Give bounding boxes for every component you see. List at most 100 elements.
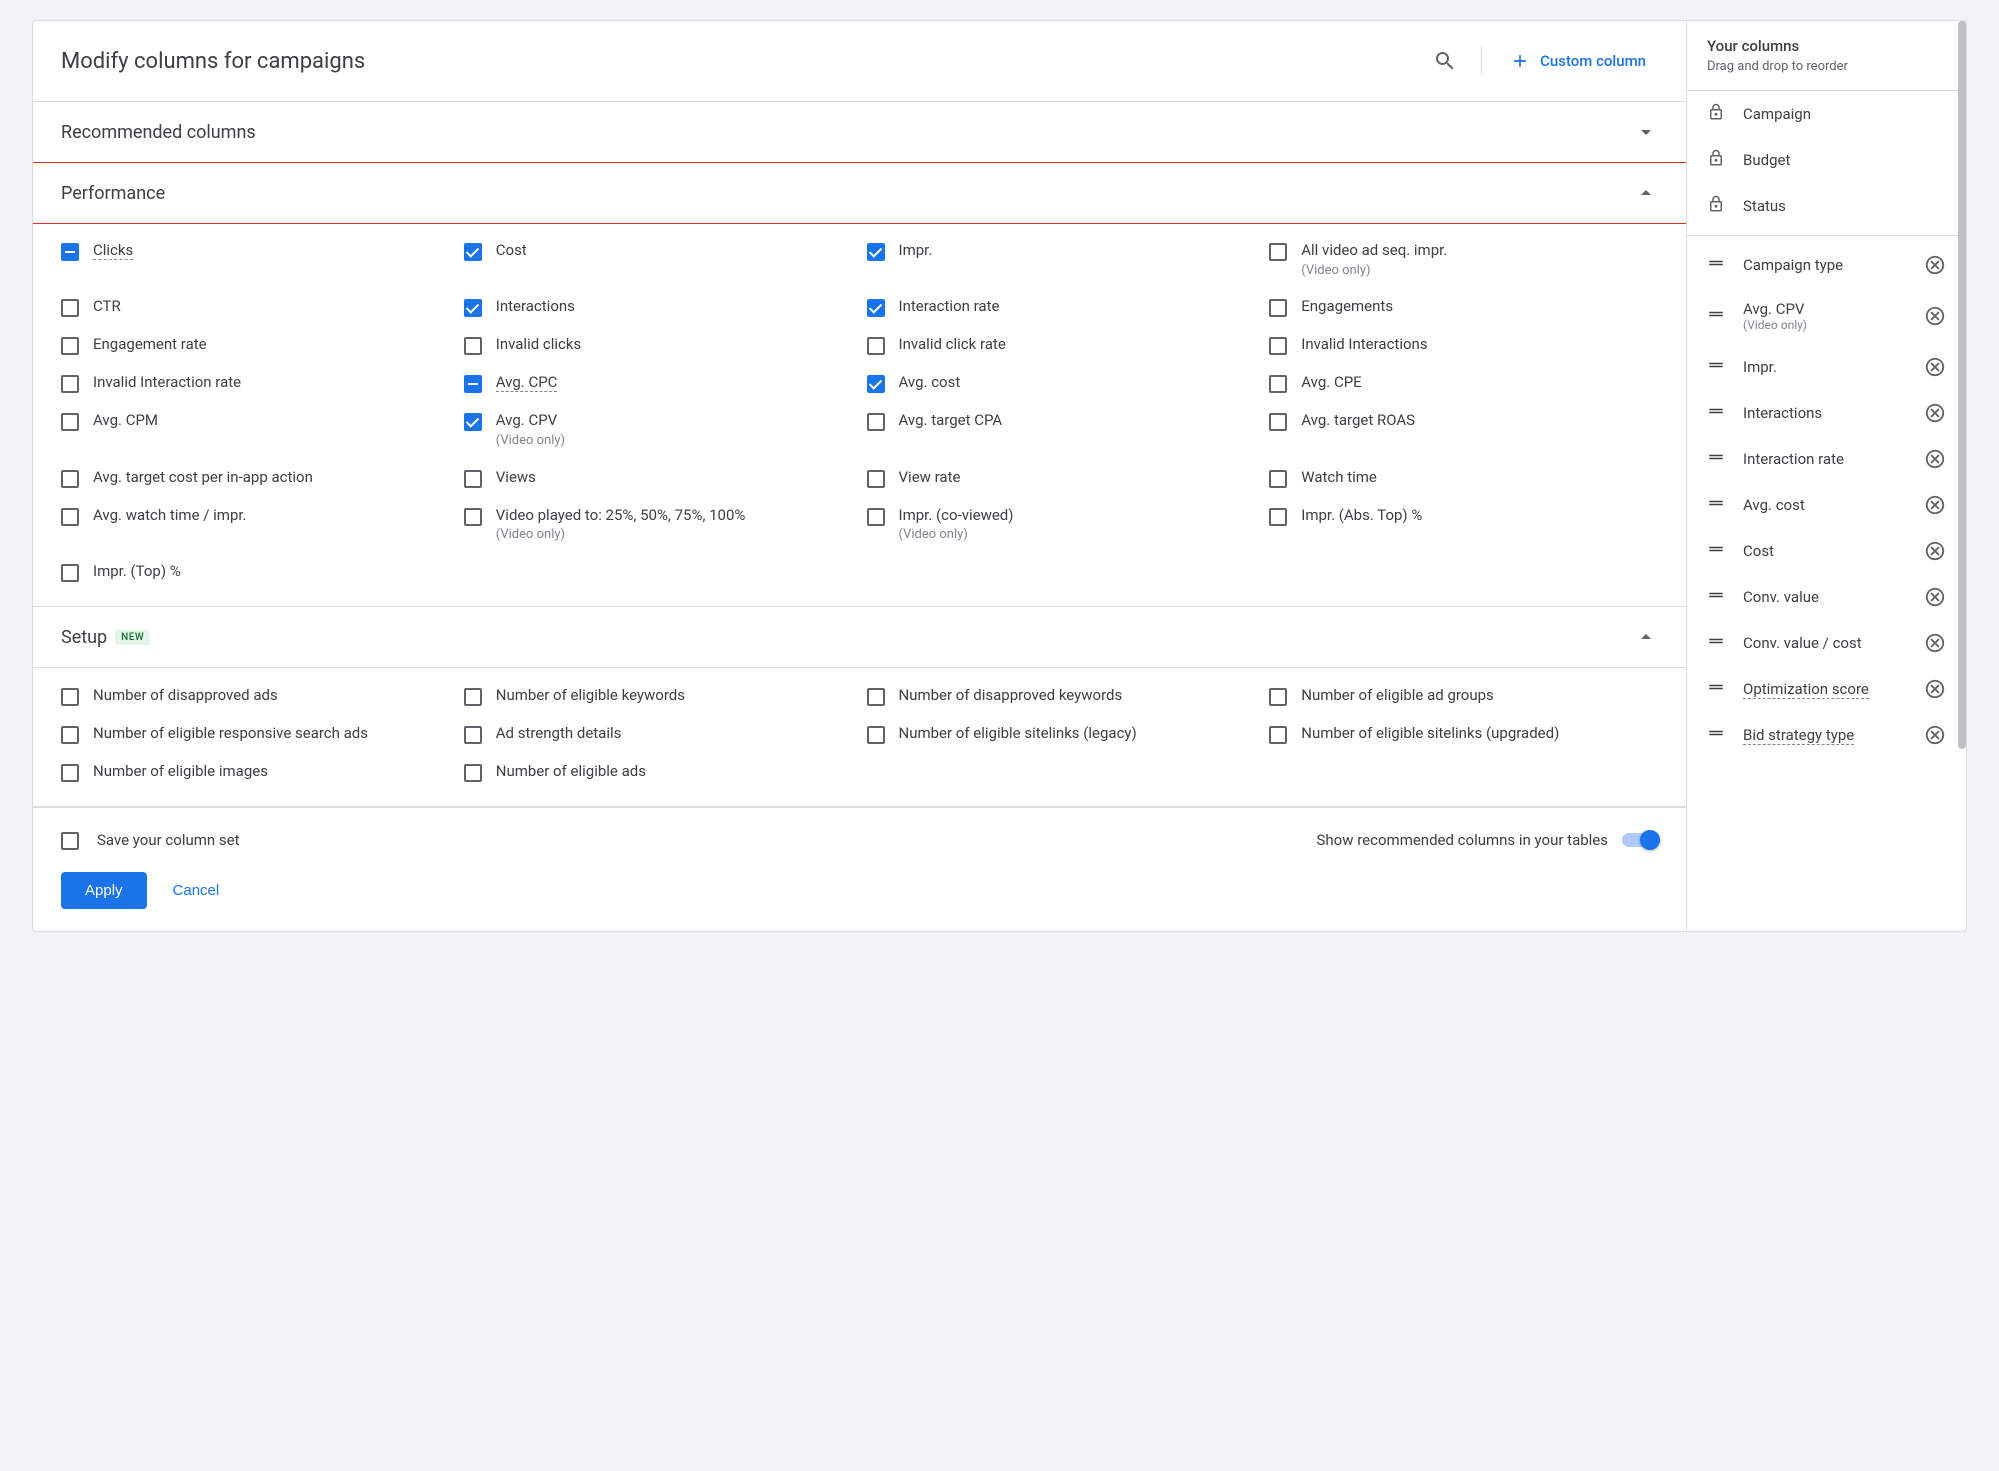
draggable-column[interactable]: Optimization score [1687,666,1966,712]
performance-option[interactable]: View rate [867,468,1256,488]
checkbox[interactable] [464,299,482,317]
remove-icon[interactable] [1924,254,1946,276]
section-performance[interactable]: Performance [33,162,1686,224]
checkbox[interactable] [61,299,79,317]
checkbox[interactable] [867,243,885,261]
checkbox[interactable] [1269,243,1287,261]
checkbox[interactable] [867,688,885,706]
checkbox[interactable] [464,413,482,431]
checkbox[interactable] [1269,688,1287,706]
checkbox[interactable] [867,337,885,355]
checkbox[interactable] [867,726,885,744]
checkbox[interactable] [1269,508,1287,526]
drag-handle-icon[interactable] [1707,402,1725,424]
draggable-column[interactable]: Interaction rate [1687,436,1966,482]
drag-handle-icon[interactable] [1707,586,1725,608]
checkbox[interactable] [1269,470,1287,488]
performance-option[interactable]: All video ad seq. impr.(Video only) [1269,241,1658,279]
drag-handle-icon[interactable] [1707,632,1725,654]
custom-column-button[interactable]: Custom column [1498,43,1658,79]
performance-option[interactable]: Cost [464,241,853,279]
checkbox[interactable] [464,764,482,782]
drag-handle-icon[interactable] [1707,494,1725,516]
checkbox[interactable] [867,508,885,526]
section-recommended[interactable]: Recommended columns [33,102,1686,163]
drag-handle-icon[interactable] [1707,724,1725,746]
checkbox[interactable] [61,726,79,744]
remove-icon[interactable] [1924,402,1946,424]
performance-option[interactable]: CTR [61,297,450,317]
save-set-checkbox[interactable] [61,832,79,850]
performance-option[interactable]: Video played to: 25%, 50%, 75%, 100%(Vid… [464,506,853,544]
checkbox[interactable] [61,243,79,261]
checkbox[interactable] [1269,413,1287,431]
checkbox[interactable] [464,243,482,261]
setup-option[interactable]: Number of disapproved ads [61,686,450,706]
checkbox[interactable] [61,764,79,782]
performance-option[interactable]: Avg. target ROAS [1269,411,1658,449]
checkbox[interactable] [867,470,885,488]
checkbox[interactable] [61,413,79,431]
checkbox[interactable] [61,564,79,582]
checkbox[interactable] [61,470,79,488]
performance-option[interactable]: Invalid click rate [867,335,1256,355]
performance-option[interactable]: Avg. CPE [1269,373,1658,393]
checkbox[interactable] [61,375,79,393]
draggable-column[interactable]: Conv. value [1687,574,1966,620]
checkbox[interactable] [464,375,482,393]
performance-option[interactable]: Avg. cost [867,373,1256,393]
checkbox[interactable] [867,413,885,431]
performance-option[interactable]: Engagement rate [61,335,450,355]
setup-option[interactable]: Number of eligible ad groups [1269,686,1658,706]
save-column-set[interactable]: Save your column set [61,830,240,850]
setup-option[interactable]: Number of disapproved keywords [867,686,1256,706]
checkbox[interactable] [464,470,482,488]
show-recommended-toggle[interactable] [1622,833,1658,847]
draggable-column[interactable]: Bid strategy type [1687,712,1966,758]
setup-option[interactable]: Number of eligible ads [464,762,853,782]
drag-handle-icon[interactable] [1707,356,1725,378]
draggable-column[interactable]: Impr. [1687,344,1966,390]
checkbox[interactable] [464,688,482,706]
checkbox[interactable] [464,337,482,355]
performance-option[interactable]: Views [464,468,853,488]
checkbox[interactable] [1269,726,1287,744]
checkbox[interactable] [867,375,885,393]
performance-option[interactable]: Avg. CPC [464,373,853,393]
apply-button[interactable]: Apply [61,872,147,909]
remove-icon[interactable] [1924,494,1946,516]
setup-option[interactable]: Number of eligible images [61,762,450,782]
drag-handle-icon[interactable] [1707,305,1725,327]
drag-handle-icon[interactable] [1707,448,1725,470]
remove-icon[interactable] [1924,632,1946,654]
performance-option[interactable]: Interactions [464,297,853,317]
remove-icon[interactable] [1924,678,1946,700]
draggable-column[interactable]: Avg. CPV(Video only) [1687,288,1966,344]
setup-option[interactable]: Ad strength details [464,724,853,744]
checkbox[interactable] [61,508,79,526]
cancel-button[interactable]: Cancel [165,872,228,909]
setup-option[interactable]: Number of eligible responsive search ads [61,724,450,744]
performance-option[interactable]: Interaction rate [867,297,1256,317]
checkbox[interactable] [867,299,885,317]
performance-option[interactable]: Invalid Interaction rate [61,373,450,393]
performance-option[interactable]: Avg. target CPA [867,411,1256,449]
remove-icon[interactable] [1924,586,1946,608]
performance-option[interactable]: Impr. [867,241,1256,279]
draggable-column[interactable]: Campaign type [1687,242,1966,288]
setup-option[interactable]: Number of eligible sitelinks (legacy) [867,724,1256,744]
remove-icon[interactable] [1924,448,1946,470]
checkbox[interactable] [61,337,79,355]
remove-icon[interactable] [1924,356,1946,378]
checkbox[interactable] [61,688,79,706]
performance-option[interactable]: Impr. (Top) % [61,562,450,582]
draggable-column[interactable]: Cost [1687,528,1966,574]
performance-option[interactable]: Impr. (Abs. Top) % [1269,506,1658,544]
performance-option[interactable]: Avg. watch time / impr. [61,506,450,544]
checkbox[interactable] [1269,337,1287,355]
performance-option[interactable]: Invalid Interactions [1269,335,1658,355]
drag-handle-icon[interactable] [1707,254,1725,276]
checkbox[interactable] [1269,375,1287,393]
remove-icon[interactable] [1924,540,1946,562]
performance-option[interactable]: Avg. CPV(Video only) [464,411,853,449]
